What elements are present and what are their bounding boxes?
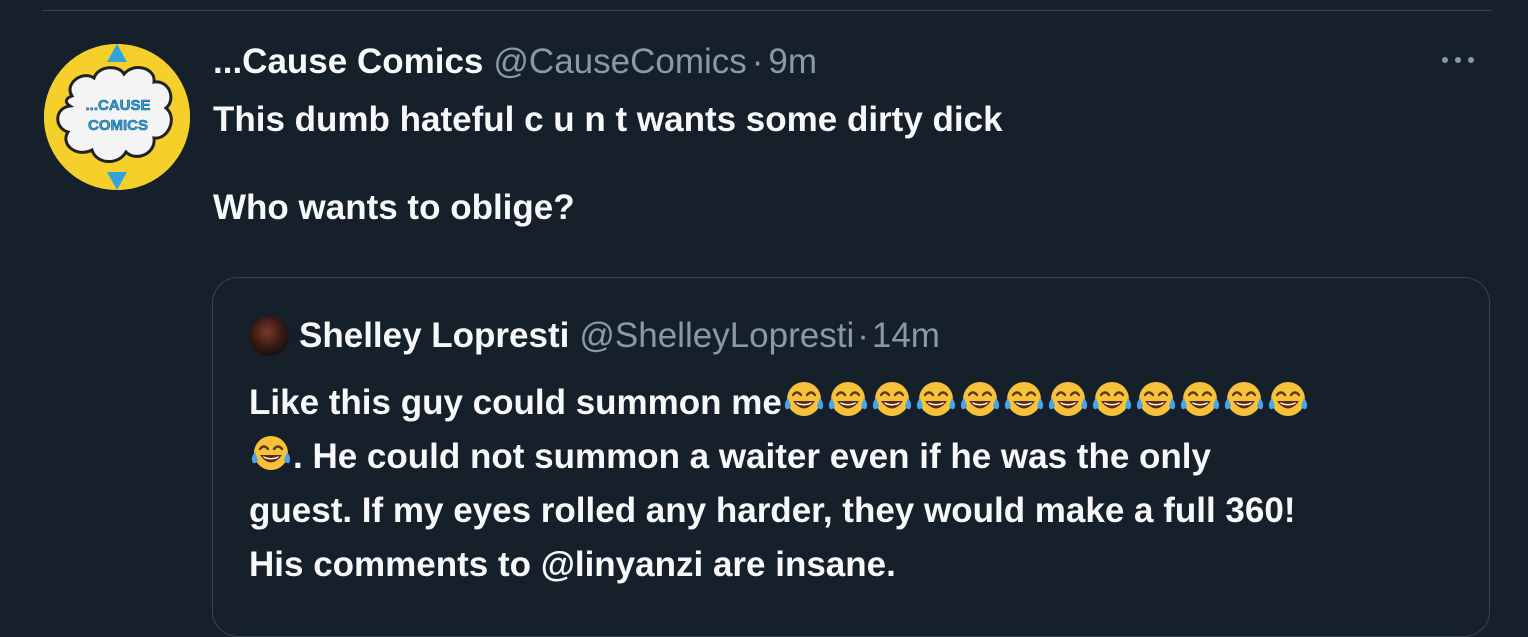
face-with-tears-of-joy-emoji [826, 380, 870, 420]
face-with-tears-of-joy-emoji [782, 380, 826, 420]
quoted-avatar [249, 316, 289, 356]
separator-dot: · [751, 42, 764, 81]
quoted-text-line-3: guest. If my eyes rolled any harder, the… [249, 491, 1296, 530]
user-handle[interactable]: @CauseComics [493, 42, 746, 82]
tweet[interactable]: ...CAUSE COMICS ...Cause Comics @CauseCo… [0, 0, 1528, 637]
more-dot [1468, 57, 1474, 63]
face-with-tears-of-joy-emoji [1222, 380, 1266, 420]
display-name[interactable]: ...Cause Comics [213, 42, 483, 82]
separator-dot: · [857, 316, 869, 355]
quoted-text-segment: . He could not summon a waiter even if h… [293, 437, 1211, 476]
quoted-tweet-header: Shelley Lopresti @ShelleyLopresti · 14m [249, 314, 940, 358]
tweet-text-line: Who wants to oblige? [213, 188, 575, 227]
face-with-tears-of-joy-emoji [1002, 380, 1046, 420]
quoted-display-name: Shelley Lopresti [299, 316, 570, 355]
cause-comics-logo-icon: ...CAUSE COMICS [44, 44, 190, 190]
tweet-text-line [213, 142, 1473, 186]
face-with-tears-of-joy-emoji [1134, 380, 1178, 420]
emoji-group-line1 [782, 380, 1310, 422]
more-dot [1455, 57, 1461, 63]
more-icon[interactable] [1442, 52, 1474, 68]
face-with-tears-of-joy-emoji [870, 380, 914, 420]
quoted-text-line-1: Like this guy could summon me [249, 376, 1459, 430]
quoted-text-segment: Like this guy could summon me [249, 383, 782, 422]
face-with-tears-of-joy-emoji [958, 380, 1002, 420]
avatar-label-bottom: COMICS [88, 117, 148, 134]
more-dot [1442, 57, 1448, 63]
face-with-tears-of-joy-emoji [1046, 380, 1090, 420]
face-with-tears-of-joy-emoji [1178, 380, 1222, 420]
quoted-text-line-2: . He could not summon a waiter even if h… [249, 430, 1459, 484]
tweet-text: This dumb hateful c u n t wants some dir… [213, 98, 1473, 230]
quoted-tweet-timestamp: 14m [871, 316, 940, 355]
quoted-tweet[interactable]: Shelley Lopresti @ShelleyLopresti · 14m … [212, 277, 1490, 637]
emoji-group-line2 [249, 434, 293, 476]
tweet-header: ...Cause Comics @CauseComics · 9m [213, 40, 817, 84]
face-with-tears-of-joy-emoji [1266, 380, 1310, 420]
quoted-text-line-4: His comments to @linyanzi are insane. [249, 545, 896, 584]
tweet-text-line: This dumb hateful c u n t wants some dir… [213, 100, 1003, 139]
quoted-tweet-text: Like this guy could summon me . He could… [249, 376, 1459, 592]
quoted-user-handle: @ShelleyLopresti [579, 316, 855, 355]
avatar[interactable]: ...CAUSE COMICS [44, 44, 190, 190]
face-with-tears-of-joy-emoji [914, 380, 958, 420]
tweet-timestamp[interactable]: 9m [768, 42, 817, 82]
face-with-tears-of-joy-emoji [1090, 380, 1134, 420]
face-with-tears-of-joy-emoji [249, 434, 293, 474]
avatar-label-top: ...CAUSE [85, 97, 150, 114]
